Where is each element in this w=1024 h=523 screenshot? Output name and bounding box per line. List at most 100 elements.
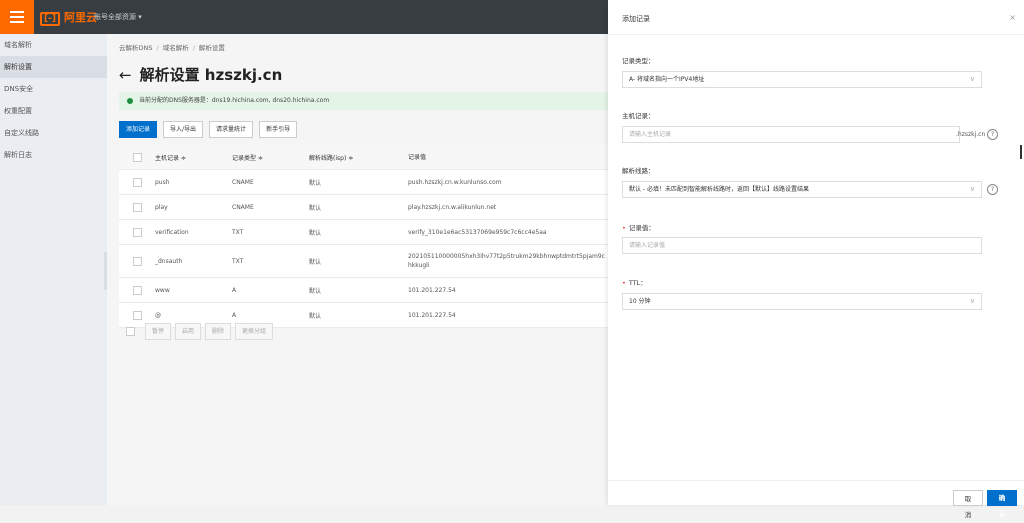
delete-button[interactable]: 删除 bbox=[205, 323, 232, 340]
cell-host: verification bbox=[155, 228, 189, 236]
cell-line: 默认 bbox=[309, 258, 322, 266]
row-checkbox[interactable] bbox=[132, 256, 142, 266]
header-line[interactable]: 解析线路(isp) ≑ bbox=[309, 153, 408, 162]
drawer-footer: 取 消 确 认 bbox=[608, 480, 1024, 519]
select-all-checkbox[interactable] bbox=[132, 152, 142, 162]
import-export-button[interactable]: 导入/导出 bbox=[163, 121, 204, 138]
domain-suffix: .hzszkj.cn bbox=[956, 131, 986, 138]
sidebar-item-resolution-log[interactable]: 解析日志 bbox=[0, 144, 107, 166]
chevron-down-icon: ∨ bbox=[969, 185, 975, 193]
record-value-label: • 记录值： bbox=[622, 224, 655, 232]
cancel-button[interactable]: 取 消 bbox=[953, 490, 983, 519]
cell-line: 默认 bbox=[309, 287, 322, 295]
ttl-label: • TTL： bbox=[622, 279, 647, 287]
back-arrow-icon[interactable]: ← bbox=[119, 66, 132, 84]
cell-type: TXT bbox=[232, 257, 244, 265]
header-type[interactable]: 记录类型 ≑ bbox=[232, 153, 309, 162]
page-title-text: 解析设置 hzszkj.cn bbox=[139, 66, 283, 84]
cell-line: 默认 bbox=[309, 229, 322, 237]
check-circle-icon bbox=[127, 97, 133, 104]
cell-type: TXT bbox=[232, 228, 244, 236]
record-type-label: 记录类型： bbox=[622, 57, 655, 65]
resolution-line-select[interactable]: 默认 - 必填！未匹配到智能解析线路时，返回【默认】线路设置结果 ∨ bbox=[622, 181, 982, 198]
header-host[interactable]: 主机记录 ≑ bbox=[155, 153, 232, 162]
cell-host: play bbox=[155, 203, 168, 211]
cell-value: 101.201.227.54 bbox=[408, 286, 456, 294]
record-toolbar: 添加记录 导入/导出 请求量统计 新手引导 bbox=[119, 121, 298, 138]
pause-button[interactable]: 暂停 bbox=[145, 323, 172, 340]
sidebar-item-resolution-settings[interactable]: 解析设置 bbox=[0, 56, 107, 78]
row-checkbox[interactable] bbox=[132, 285, 142, 295]
enable-button[interactable]: 启用 bbox=[175, 323, 202, 340]
cell-value: verify_310e1e6ac53137069e959c7c6cc4e5aa bbox=[408, 228, 547, 236]
ttl-value: 10 分钟 bbox=[629, 298, 651, 305]
cell-type: A bbox=[232, 286, 237, 294]
cell-type: A bbox=[232, 311, 237, 319]
records-table: 主机记录 ≑ 记录类型 ≑ 解析线路(isp) ≑ 记录值 push CNAME… bbox=[119, 145, 608, 328]
dns-server-notice: 当前分配的DNS服务器是：dns19.hichina.com, dns20.hi… bbox=[119, 92, 608, 110]
row-checkbox[interactable] bbox=[132, 202, 142, 212]
bulk-select-checkbox[interactable] bbox=[125, 327, 135, 336]
bulk-actions: 暂停 启用 删除 更换分组 bbox=[119, 323, 274, 340]
notice-text: 当前分配的DNS服务器是：dns19.hichina.com, dns20.hi… bbox=[139, 97, 330, 104]
required-marker: • bbox=[622, 279, 626, 287]
table-row: push CNAME 默认 push.hzszkj.cn.w.kunlunso.… bbox=[119, 170, 608, 195]
scrollbar-thumb[interactable] bbox=[1020, 145, 1022, 159]
sidebar-item-domain-resolution[interactable]: 域名解析 bbox=[0, 34, 107, 56]
page-title: ← 解析设置 hzszkj.cn bbox=[119, 64, 282, 85]
cell-value: play.hzszkj.cn.w.alikunlun.net bbox=[408, 203, 497, 211]
breadcrumb-item-dns[interactable]: 云解析DNS bbox=[119, 44, 153, 52]
add-record-drawer: 添加记录 × 记录类型： A- 将域名指向一个IPV4地址 ∨ 主机记录： 请输… bbox=[608, 0, 1024, 519]
cell-host: _dnsauth bbox=[155, 257, 183, 265]
help-icon[interactable]: ? bbox=[987, 129, 998, 140]
drawer-title: 添加记录 bbox=[622, 15, 650, 23]
cell-line: 默认 bbox=[309, 204, 322, 212]
request-stats-button[interactable]: 请求量统计 bbox=[209, 121, 254, 138]
aliyun-logo[interactable]: [-] 阿里云 bbox=[40, 9, 97, 26]
table-row: play CNAME 默认 play.hzszkj.cn.w.alikunlun… bbox=[119, 195, 608, 220]
close-icon[interactable]: × bbox=[1009, 13, 1016, 22]
table-row: www A 默认 101.201.227.54 bbox=[119, 278, 608, 303]
cell-line: 默认 bbox=[309, 179, 322, 187]
table-header: 主机记录 ≑ 记录类型 ≑ 解析线路(isp) ≑ 记录值 bbox=[119, 145, 608, 170]
cell-line: 默认 bbox=[309, 312, 322, 320]
main-content: 云解析DNS / 域名解析 / 解析设置 ← 解析设置 hzszkj.cn 当前分配的DN… bbox=[107, 34, 608, 505]
cell-value: 202105110000005hxh3ihv77t2p5trukm29kbhnw… bbox=[408, 253, 605, 269]
cell-host: @ bbox=[155, 311, 161, 319]
sidebar-item-weight-config[interactable]: 权重配置 bbox=[0, 100, 107, 122]
row-checkbox[interactable] bbox=[132, 177, 142, 187]
table-row: _dnsauth TXT 默认 202105110000005hxh3ihv77… bbox=[119, 245, 608, 278]
record-type-select[interactable]: A- 将域名指向一个IPV4地址 ∨ bbox=[622, 71, 982, 88]
row-checkbox[interactable] bbox=[132, 310, 142, 320]
confirm-button[interactable]: 确 认 bbox=[987, 490, 1017, 518]
sidebar: 域名解析 解析设置 DNS安全 权重配置 自定义线路 解析日志 bbox=[0, 34, 107, 505]
add-record-button[interactable]: 添加记录 bbox=[119, 121, 158, 138]
row-checkbox[interactable] bbox=[132, 227, 142, 237]
breadcrumb-item-domain[interactable]: 域名解析 bbox=[163, 44, 189, 52]
ttl-select[interactable]: 10 分钟 ∨ bbox=[622, 293, 982, 310]
resolution-line-label: 解析线路： bbox=[622, 167, 655, 175]
resolution-line-value: 默认 - 必填！未匹配到智能解析线路时，返回【默认】线路设置结果 bbox=[629, 186, 809, 193]
required-marker: • bbox=[622, 224, 626, 232]
host-record-input[interactable]: 请输入主机记录 bbox=[622, 126, 960, 143]
account-resources-dropdown[interactable]: 账号全部资源 ▾ bbox=[94, 12, 142, 22]
cell-host: push bbox=[155, 178, 170, 186]
change-group-button[interactable]: 更换分组 bbox=[235, 323, 274, 340]
breadcrumb: 云解析DNS / 域名解析 / 解析设置 bbox=[119, 44, 225, 52]
table-row: verification TXT 默认 verify_310e1e6ac5313… bbox=[119, 220, 608, 245]
help-icon[interactable]: ? bbox=[987, 184, 998, 195]
beginner-guide-button[interactable]: 新手引导 bbox=[259, 121, 298, 138]
record-type-value: A- 将域名指向一个IPV4地址 bbox=[629, 76, 705, 83]
sidebar-item-custom-lines[interactable]: 自定义线路 bbox=[0, 122, 107, 144]
menu-icon[interactable] bbox=[0, 0, 34, 34]
record-value-input[interactable]: 请输入记录值 bbox=[622, 237, 982, 254]
cell-type: CNAME bbox=[232, 203, 254, 211]
cell-value: 101.201.227.54 bbox=[408, 311, 456, 319]
cell-type: CNAME bbox=[232, 178, 254, 186]
chevron-down-icon: ∨ bbox=[969, 297, 975, 305]
header-value: 记录值 bbox=[408, 153, 427, 161]
sidebar-item-dns-security[interactable]: DNS安全 bbox=[0, 78, 107, 100]
cell-host: www bbox=[155, 286, 170, 294]
host-record-label: 主机记录： bbox=[622, 112, 655, 120]
drawer-divider bbox=[608, 34, 1024, 35]
